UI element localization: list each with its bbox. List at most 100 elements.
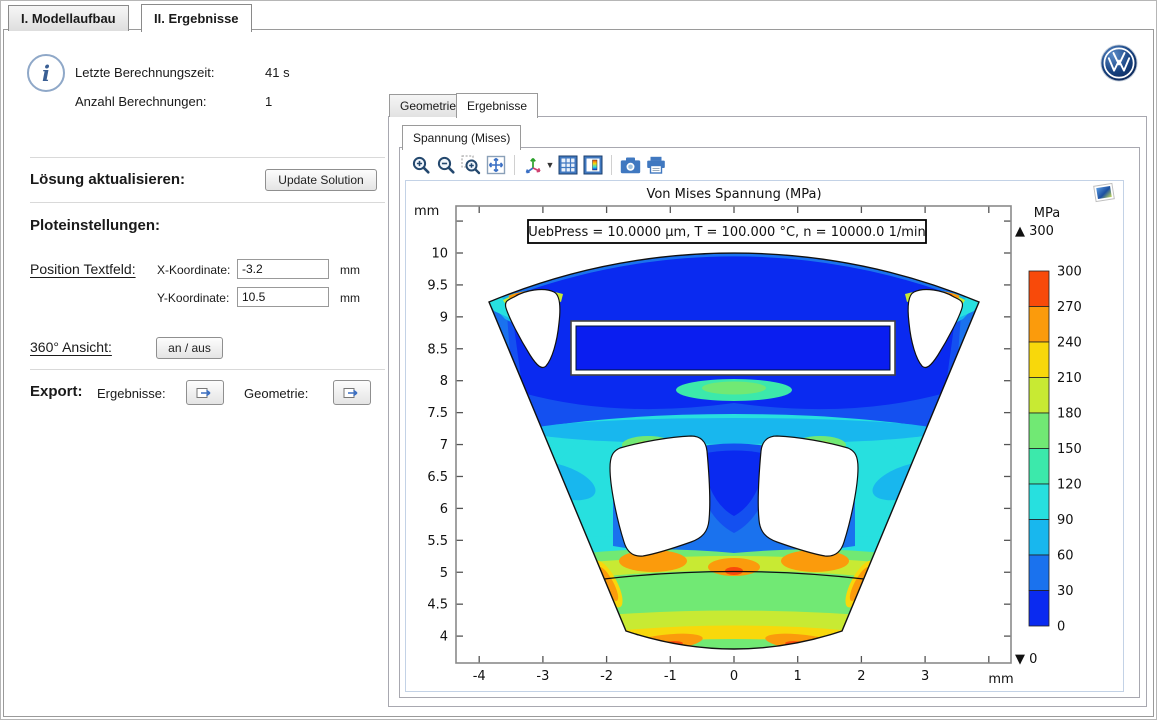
plot-indicator-icon[interactable]: [1093, 183, 1115, 203]
svg-text:9: 9: [440, 310, 448, 325]
dropdown-arrow-icon: ▼: [546, 160, 555, 170]
grid-icon: [558, 155, 578, 175]
position-textfeld-label: Position Textfeld:: [30, 261, 136, 277]
section-divider: [30, 157, 385, 158]
svg-text:30: 30: [1057, 584, 1074, 599]
calc-count-label: Anzahl Berechnungen:: [75, 94, 207, 109]
view-orientation-button[interactable]: ▼: [521, 153, 555, 177]
svg-text:8: 8: [440, 374, 448, 389]
plot-settings-heading: Ploteinstellungen:: [30, 217, 160, 234]
zoom-extents-icon: [486, 155, 506, 175]
svg-text:MPa: MPa: [1034, 206, 1060, 221]
print-button[interactable]: [643, 153, 668, 177]
x-coordinate-label: X-Koordinate:: [157, 263, 230, 277]
graphics-tab-geometrie-label: Geometrie: [400, 99, 456, 113]
export-icon: [196, 386, 214, 400]
svg-text:9.5: 9.5: [427, 278, 448, 293]
svg-text:6: 6: [440, 502, 448, 517]
camera-icon: [620, 157, 641, 174]
stress-plot[interactable]: Von Mises Spannung (MPa) mm mm: [406, 181, 1123, 691]
legend-toggle-button[interactable]: [580, 153, 605, 177]
svg-text:180: 180: [1057, 407, 1082, 422]
colorbar: 3002702402101801501209060300MPa▲ 300▼ 0: [1015, 206, 1082, 667]
svg-text:90: 90: [1057, 513, 1074, 528]
section-divider: [30, 369, 385, 370]
svg-text:4.5: 4.5: [427, 598, 448, 613]
svg-text:5.5: 5.5: [427, 534, 448, 549]
magnet-rect: [576, 326, 890, 370]
update-solution-button[interactable]: Update Solution: [265, 169, 377, 191]
svg-text:150: 150: [1057, 442, 1082, 457]
axes-orientation-icon: [522, 155, 544, 175]
svg-text:6.5: 6.5: [427, 470, 448, 485]
toolbar-separator: [611, 155, 612, 175]
plot-title: Von Mises Spannung (MPa): [646, 187, 821, 202]
svg-text:0: 0: [730, 669, 738, 684]
printer-icon: [646, 156, 666, 174]
svg-text:3: 3: [921, 669, 929, 684]
main-tab-modellaufbau[interactable]: I. Modellaufbau: [8, 5, 129, 31]
svg-text:-3: -3: [536, 669, 549, 684]
snapshot-button[interactable]: [618, 153, 643, 177]
svg-text:60: 60: [1057, 549, 1074, 564]
info-icon: i: [27, 54, 65, 92]
export-results-button[interactable]: [186, 380, 224, 405]
zoom-in-icon: [411, 155, 431, 175]
svg-text:0: 0: [1057, 620, 1065, 635]
svg-text:210: 210: [1057, 371, 1082, 386]
graphics-tab-ergebnisse[interactable]: Ergebnisse: [456, 93, 538, 118]
zoom-out-icon: [436, 155, 456, 175]
last-calc-time-value: 41 s: [265, 65, 290, 80]
legend-icon: [583, 155, 603, 175]
svg-text:-4: -4: [473, 669, 486, 684]
calc-count-value: 1: [265, 94, 272, 109]
zoom-box-button[interactable]: [458, 153, 483, 177]
svg-text:5: 5: [440, 566, 448, 581]
zoom-box-icon: [461, 155, 481, 175]
x-axis-unit: mm: [988, 672, 1013, 687]
y-coordinate-input[interactable]: [237, 287, 329, 307]
flux-barrier-left: [610, 436, 710, 556]
stress-contours: [451, 201, 1031, 691]
svg-text:-2: -2: [600, 669, 613, 684]
export-geometry-label: Geometrie:: [244, 386, 308, 401]
toolbar-separator: [514, 155, 515, 175]
svg-text:-1: -1: [664, 669, 677, 684]
plot-toolbar: ▼: [408, 151, 668, 179]
export-results-label: Ergebnisse:: [97, 386, 166, 401]
x-coordinate-unit: mm: [340, 263, 360, 277]
export-geometry-button[interactable]: [333, 380, 371, 405]
zoom-in-button[interactable]: [408, 153, 433, 177]
export-section-label: Export:: [30, 383, 83, 400]
main-tab-ergebnisse[interactable]: II. Ergebnisse: [141, 4, 252, 32]
last-calc-time-label: Letzte Berechnungszeit:: [75, 65, 214, 80]
svg-text:4: 4: [440, 630, 448, 645]
update-solution-label: Lösung aktualisieren:: [30, 171, 185, 188]
svg-text:7.5: 7.5: [427, 406, 448, 421]
view-360-toggle-button[interactable]: an / aus: [156, 337, 223, 359]
svg-text:270: 270: [1057, 300, 1082, 315]
y-coordinate-label: Y-Koordinate:: [157, 291, 229, 305]
graphics-area[interactable]: Von Mises Spannung (MPa) mm mm: [405, 180, 1124, 692]
grid-toggle-button[interactable]: [555, 153, 580, 177]
view-360-label: 360° Ansicht:: [30, 339, 112, 355]
main-tab-modellaufbau-label: I. Modellaufbau: [21, 11, 116, 26]
flux-barrier-right: [758, 436, 858, 556]
x-coordinate-input[interactable]: [237, 259, 329, 279]
subtab-spannung-mises-label: Spannung (Mises): [413, 131, 510, 145]
svg-text:8.5: 8.5: [427, 342, 448, 357]
svg-text:▼ 0: ▼ 0: [1015, 652, 1037, 667]
y-axis-unit: mm: [414, 204, 439, 219]
svg-text:▲ 300: ▲ 300: [1015, 224, 1054, 239]
zoom-extents-button[interactable]: [483, 153, 508, 177]
svg-text:2: 2: [857, 669, 865, 684]
zoom-out-button[interactable]: [433, 153, 458, 177]
main-tab-ergebnisse-label: II. Ergebnisse: [154, 11, 239, 26]
export-icon: [343, 386, 361, 400]
svg-text:240: 240: [1057, 336, 1082, 351]
y-coordinate-unit: mm: [340, 291, 360, 305]
svg-text:10: 10: [431, 247, 448, 262]
annotation-text: UebPress = 10.0000 µm, T = 100.000 °C, n…: [528, 225, 926, 240]
graphics-tab-ergebnisse-label: Ergebnisse: [467, 99, 527, 113]
subtab-spannung-mises[interactable]: Spannung (Mises): [402, 125, 521, 150]
